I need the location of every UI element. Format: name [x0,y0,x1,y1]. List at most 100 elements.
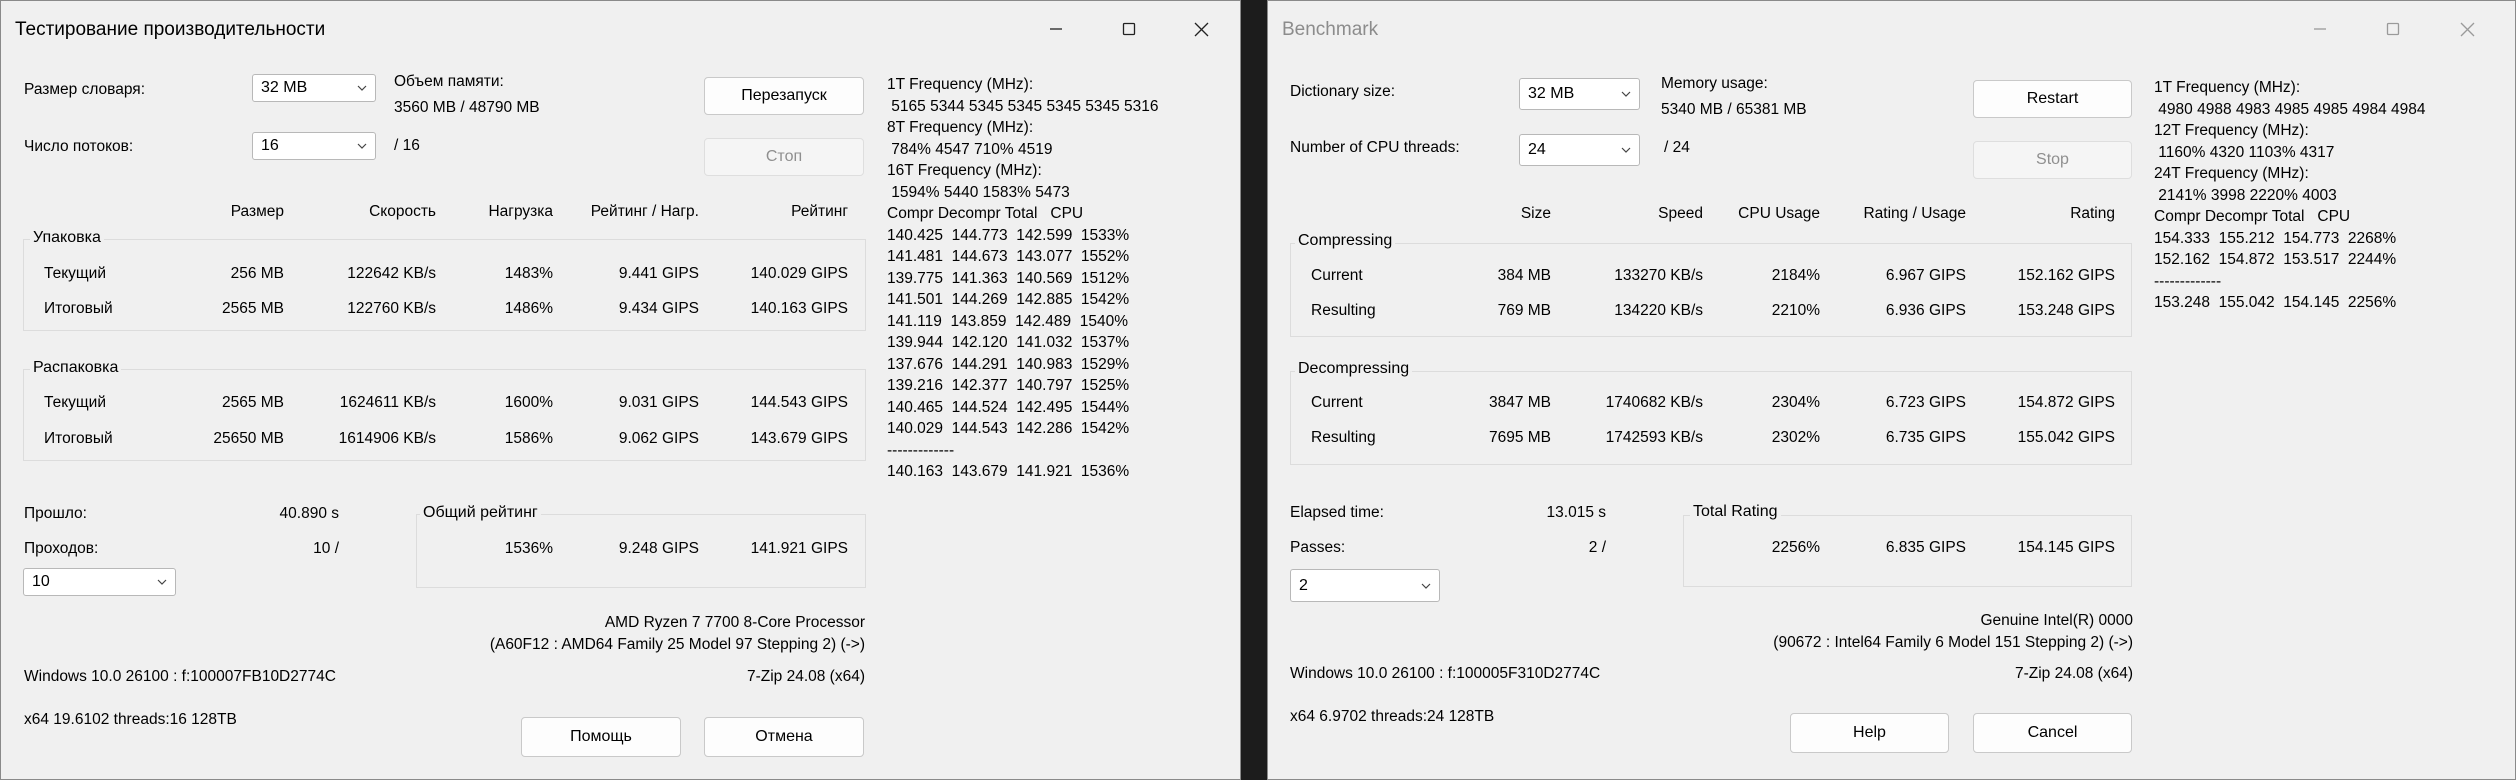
cell-speed: 134220 KB/s [1614,302,1703,319]
elapsed-label: Elapsed time: [1290,504,1384,521]
memory-usage-value: 5340 MB / 65381 MB [1661,101,1807,118]
cpu-name: Genuine Intel(R) 0000 [1980,612,2133,629]
cpu-info: Genuine Intel(R) 0000 (90672 : Intel64 F… [1773,610,2133,654]
minimize-icon[interactable] [1037,11,1075,47]
cell-rating: 140.029 GIPS [750,265,848,282]
row-label: Текущий [44,265,106,282]
passes-label: Проходов: [24,540,99,557]
total-usage: 1536% [504,540,553,557]
cell-rating: 144.543 GIPS [750,394,848,411]
cell-usage: 1483% [504,265,553,282]
close-icon[interactable] [1182,11,1220,47]
cancel-button[interactable]: Cancel [1973,713,2132,753]
stop-button[interactable]: Stop [1973,141,2132,179]
threads-value: 24 [1528,141,1546,158]
stop-button[interactable]: Стоп [704,138,864,176]
cell-rating-usage: 9.031 GIPS [618,394,699,411]
threads-select[interactable]: 16 [252,132,376,160]
version-info: 7-Zip 24.08 (x64) [2014,665,2133,682]
dictionary-size-select[interactable]: 32 MB [252,74,376,102]
arch-info: x64 6.9702 threads:24 128TB [1290,708,1495,725]
threads-value: 16 [261,137,279,154]
chevron-down-icon [357,143,367,149]
arch-info: x64 19.6102 threads:16 128TB [24,711,237,728]
row-label: Current [1311,394,1363,411]
window-title: Benchmark [1282,19,1379,40]
cpu-name: AMD Ryzen 7 7700 8-Core Processor [604,614,865,631]
passes-select-value: 2 [1299,576,1308,594]
cell-speed: 1614906 KB/s [338,430,436,447]
passes-value: 2 / [1588,539,1606,556]
memory-usage-label: Объем памяти: [394,73,504,90]
threads-max: / 16 [394,137,420,154]
restart-button[interactable]: Restart [1973,80,2132,118]
cell-usage: 1486% [504,300,553,317]
chevron-down-icon [357,85,367,91]
cell-usage: 2304% [1771,394,1820,411]
row-label: Resulting [1311,429,1376,446]
dictionary-size-select[interactable]: 32 MB [1519,78,1640,110]
dictionary-size-label: Dictionary size: [1290,83,1396,100]
cell-speed: 1740682 KB/s [1605,394,1703,411]
memory-usage-label: Memory usage: [1661,75,1768,92]
decompressing-title: Decompressing [1295,360,1413,378]
chevron-down-icon [1621,91,1631,97]
cell-speed: 1742593 KB/s [1605,429,1703,446]
passes-select[interactable]: 10 [23,568,176,596]
compressing-title: Упаковка [30,229,104,247]
cell-speed: 1624611 KB/s [339,394,436,411]
chevron-down-icon [157,579,167,585]
decompressing-group [1290,371,2132,465]
elapsed-value: 13.015 s [1546,504,1606,521]
threads-max: / 24 [1664,139,1690,156]
cell-speed: 133270 KB/s [1614,267,1703,284]
total-rating-title: Total Rating [1690,503,1781,521]
chevron-down-icon [1621,147,1631,153]
total-usage: 2256% [1771,539,1820,556]
window-title: Тестирование производительности [15,19,326,40]
total-rating-value: 141.921 GIPS [750,540,848,557]
cell-usage: 2210% [1771,302,1820,319]
cell-usage: 1586% [504,430,553,447]
passes-value: 10 / [313,540,339,557]
cell-rating-usage: 9.062 GIPS [618,430,699,447]
compressing-title: Compressing [1295,232,1396,250]
cell-size: 25650 MB [213,430,284,447]
cell-rating: 152.162 GIPS [2017,267,2115,284]
os-info: Windows 10.0 26100 : f:100007FB10D2774C [24,668,336,685]
decompressing-title: Распаковка [30,359,122,377]
cell-rating: 140.163 GIPS [750,300,848,317]
row-label: Resulting [1311,302,1376,319]
total-rating-usage: 9.248 GIPS [618,540,699,557]
maximize-icon[interactable] [1110,11,1148,47]
row-label: Current [1311,267,1363,284]
cpu-info: AMD Ryzen 7 7700 8-Core Processor (A60F1… [490,612,865,656]
header-rating-usage: Rating / Usage [1863,205,1966,222]
minimize-icon[interactable] [2301,11,2339,47]
passes-select[interactable]: 2 [1290,569,1440,602]
row-label: Итоговый [44,430,113,447]
cpu-id[interactable]: (A60F12 : AMD64 Family 25 Model 97 Stepp… [490,634,865,656]
cancel-button[interactable]: Отмена [704,717,864,757]
close-icon[interactable] [2448,11,2486,47]
header-speed: Скорость [369,203,436,220]
row-label: Текущий [44,394,106,411]
header-rating-usage: Рейтинг / Нагр. [590,203,699,220]
cell-size: 384 MB [1497,267,1551,284]
cell-rating: 155.042 GIPS [2017,429,2115,446]
header-rating: Рейтинг [791,203,848,220]
cpu-id[interactable]: (90672 : Intel64 Family 6 Model 151 Step… [1773,632,2133,654]
help-button[interactable]: Help [1790,713,1949,753]
restart-button[interactable]: Перезапуск [704,77,864,115]
header-usage: CPU Usage [1738,205,1820,222]
help-button[interactable]: Помощь [521,717,681,757]
cell-rating: 143.679 GIPS [750,430,848,447]
cell-usage: 2302% [1771,429,1820,446]
cell-size: 7695 MB [1488,429,1551,446]
cell-size: 769 MB [1497,302,1551,319]
maximize-icon[interactable] [2374,11,2412,47]
cell-size: 2565 MB [221,394,284,411]
elapsed-value: 40.890 s [279,505,339,522]
elapsed-label: Прошло: [24,505,87,522]
threads-select[interactable]: 24 [1519,134,1640,166]
